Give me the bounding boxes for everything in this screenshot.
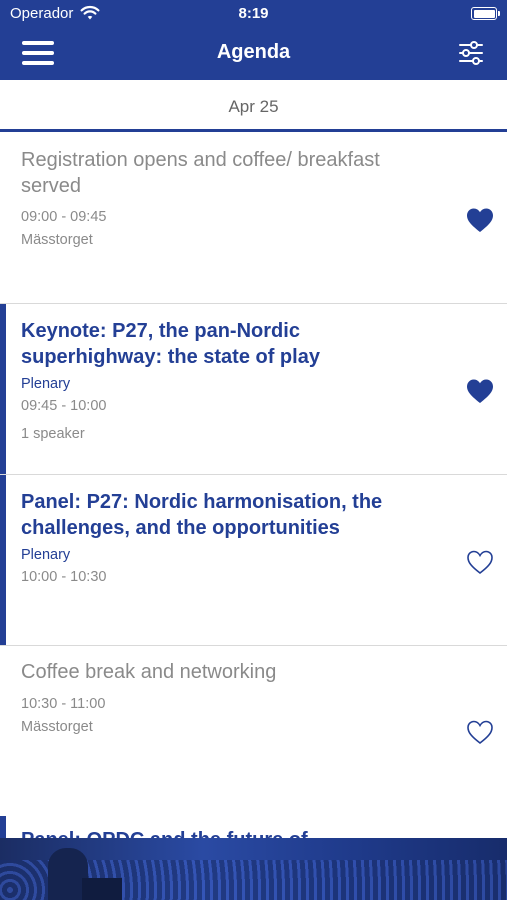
session-time: 10:00 - 10:30 bbox=[21, 569, 107, 585]
agenda-item[interactable]: Panel: P27: Nordic harmonisation, the ch… bbox=[0, 475, 507, 646]
event-banner-image bbox=[0, 838, 507, 900]
session-track: Plenary bbox=[21, 376, 71, 392]
heart-outline-icon[interactable] bbox=[465, 548, 495, 576]
status-time: 8:19 bbox=[238, 5, 269, 22]
session-title: Panel: OPDC and the future of bbox=[21, 829, 308, 838]
sliders-icon[interactable] bbox=[457, 39, 485, 67]
podium-graphic bbox=[82, 878, 122, 900]
session-time: 10:30 - 11:00 bbox=[21, 696, 106, 712]
session-location: Mässtorget bbox=[21, 232, 93, 248]
track-indicator bbox=[0, 816, 6, 838]
agenda-item[interactable]: Registration opens and coffee/ breakfast… bbox=[0, 132, 507, 304]
heart-filled-icon[interactable] bbox=[465, 206, 495, 234]
session-title: Coffee break and networking bbox=[21, 661, 277, 683]
date-label: Apr 25 bbox=[228, 97, 279, 116]
heart-outline-icon[interactable] bbox=[465, 718, 495, 746]
date-header[interactable]: Apr 25 bbox=[0, 80, 507, 132]
status-bar: Operador 8:19 bbox=[0, 0, 507, 28]
top-bar: Operador 8:19 Agenda bbox=[0, 0, 507, 80]
agenda-item[interactable]: Coffee break and networking 10:30 - 11:0… bbox=[0, 646, 507, 817]
track-indicator bbox=[0, 304, 6, 474]
session-title: Panel: P27: Nordic harmonisation, the ch… bbox=[21, 491, 383, 539]
session-time: 09:45 - 10:00 bbox=[21, 398, 107, 414]
session-location: Mässtorget bbox=[21, 719, 93, 735]
heart-filled-icon[interactable] bbox=[465, 377, 495, 405]
track-indicator bbox=[0, 475, 6, 645]
session-time: 09:00 - 09:45 bbox=[21, 209, 107, 225]
session-title: Registration opens and coffee/ breakfast… bbox=[21, 149, 380, 197]
session-speakers: 1 speaker bbox=[21, 426, 85, 442]
session-title: Keynote: P27, the pan-Nordic superhighwa… bbox=[21, 320, 320, 368]
navigation-bar: Agenda bbox=[0, 28, 507, 80]
session-track: Plenary bbox=[21, 547, 71, 563]
battery-icon bbox=[471, 7, 500, 20]
page-title: Agenda bbox=[216, 41, 291, 63]
agenda-item[interactable]: Panel: OPDC and the future of bbox=[0, 816, 507, 838]
agenda-item[interactable]: Keynote: P27, the pan-Nordic superhighwa… bbox=[0, 304, 507, 475]
